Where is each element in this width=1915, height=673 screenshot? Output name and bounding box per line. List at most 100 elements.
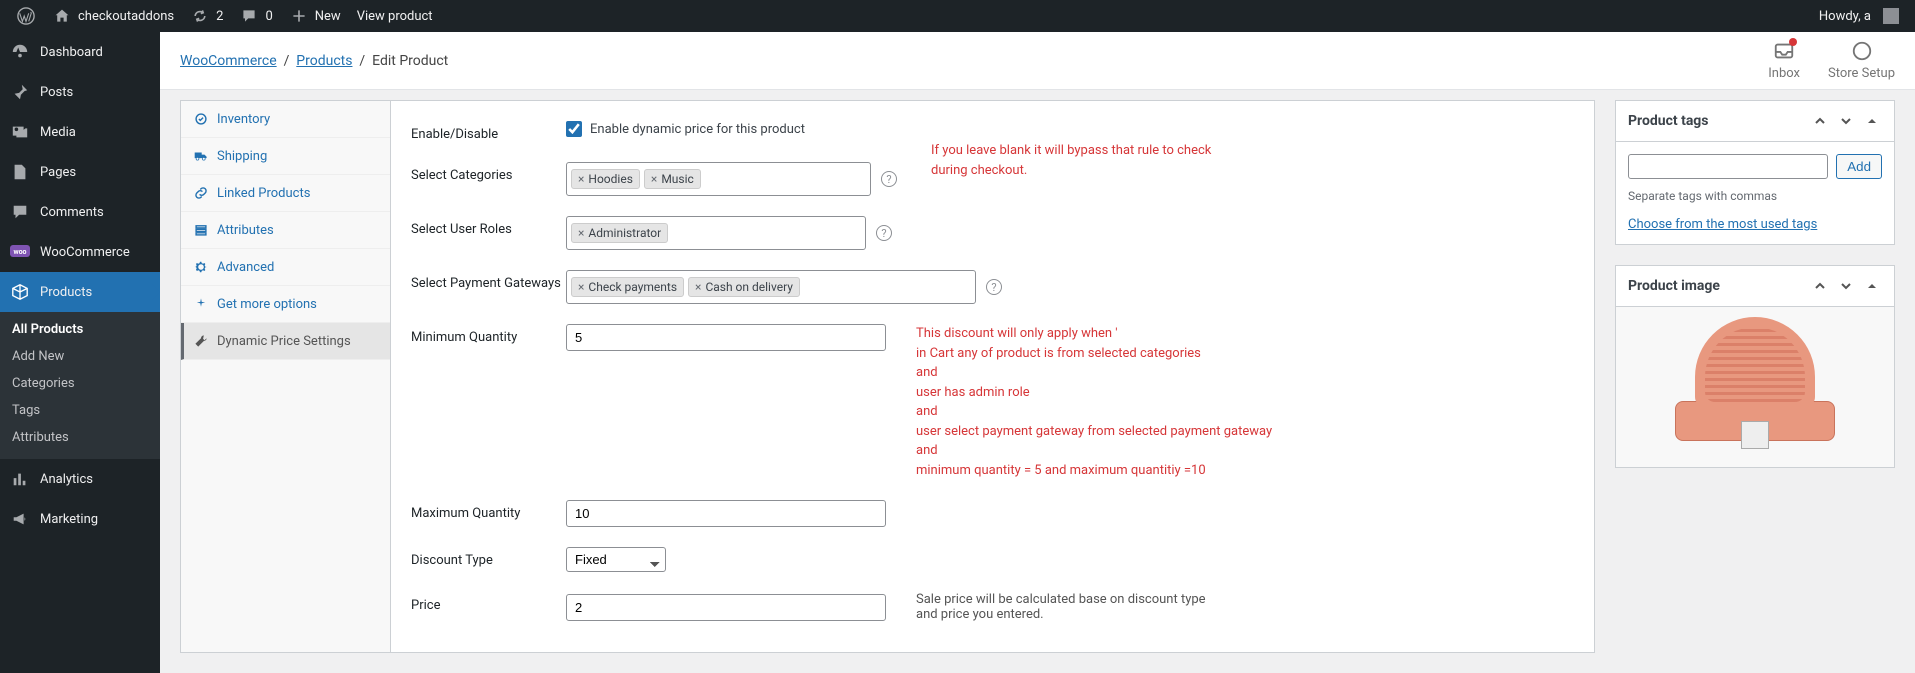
move-up-icon[interactable] — [1810, 276, 1830, 296]
help-icon[interactable]: ? — [986, 279, 1002, 295]
inbox-label: Inbox — [1768, 66, 1800, 81]
comments-item[interactable]: 0 — [231, 0, 280, 32]
menu-media[interactable]: Media — [0, 112, 160, 152]
enable-checkbox-wrap[interactable]: Enable dynamic price for this product — [566, 121, 805, 137]
menu-comments[interactable]: Comments — [0, 192, 160, 232]
products-submenu: All Products Add New Categories Tags Att… — [0, 312, 160, 459]
store-setup-button[interactable]: Store Setup — [1828, 40, 1895, 81]
pin-icon — [10, 82, 30, 102]
menu-posts[interactable]: Posts — [0, 72, 160, 112]
inbox-button[interactable]: Inbox — [1768, 40, 1800, 81]
roles-select[interactable]: ×Administrator — [566, 216, 866, 250]
tab-shipping[interactable]: Shipping — [181, 138, 390, 175]
menu-woocommerce[interactable]: wooWooCommerce — [0, 232, 160, 272]
menu-pages-label: Pages — [40, 165, 76, 180]
wp-logo[interactable] — [8, 0, 44, 32]
menu-dashboard[interactable]: Dashboard — [0, 32, 160, 72]
discount-type-select[interactable]: Fixed — [566, 547, 666, 572]
menu-marketing-label: Marketing — [40, 512, 98, 527]
howdy[interactable]: Howdy, a — [1811, 0, 1907, 32]
tab-shipping-label: Shipping — [217, 149, 267, 164]
max-qty-label: Maximum Quantity — [411, 500, 566, 521]
marketing-icon — [10, 509, 30, 529]
price-input[interactable] — [566, 594, 886, 621]
tab-attributes[interactable]: Attributes — [181, 212, 390, 249]
new-item[interactable]: New — [281, 0, 349, 32]
move-down-icon[interactable] — [1836, 276, 1856, 296]
tag-hoodies: ×Hoodies — [571, 169, 640, 189]
tab-get-more[interactable]: Get more options — [181, 286, 390, 323]
collapse-icon[interactable] — [1862, 111, 1882, 131]
remove-tag-icon[interactable]: × — [578, 280, 584, 294]
update-icon — [190, 6, 210, 26]
menu-analytics[interactable]: Analytics — [0, 459, 160, 499]
categories-select[interactable]: ×Hoodies ×Music — [566, 162, 871, 196]
collapse-icon[interactable] — [1862, 276, 1882, 296]
link-icon — [193, 185, 209, 201]
submenu-categories[interactable]: Categories — [0, 370, 160, 397]
tag-check-payments: ×Check payments — [571, 277, 684, 297]
remove-tag-icon[interactable]: × — [695, 280, 701, 294]
menu-pages[interactable]: Pages — [0, 152, 160, 192]
tag-administrator: ×Administrator — [571, 223, 668, 243]
remove-tag-icon[interactable]: × — [651, 172, 657, 186]
breadcrumb-products[interactable]: Products — [296, 53, 352, 69]
enable-checkbox-label: Enable dynamic price for this product — [590, 122, 805, 137]
howdy-label: Howdy, a — [1819, 9, 1871, 24]
media-icon — [10, 122, 30, 142]
site-name[interactable]: checkoutaddons — [44, 0, 182, 32]
submenu-add-new[interactable]: Add New — [0, 343, 160, 370]
tab-getmore-label: Get more options — [217, 297, 317, 312]
menu-marketing[interactable]: Marketing — [0, 499, 160, 539]
bypass-note: If you leave blank it will bypass that r… — [931, 141, 1231, 180]
product-image-title: Product image — [1628, 278, 1720, 294]
move-down-icon[interactable] — [1836, 111, 1856, 131]
min-qty-input[interactable] — [566, 324, 886, 351]
wrench-icon — [193, 333, 209, 349]
product-tags-title: Product tags — [1628, 113, 1709, 129]
view-product-label: View product — [357, 9, 433, 24]
content-header: WooCommerce / Products / Edit Product In… — [160, 32, 1915, 90]
tag-cash-on-delivery: ×Cash on delivery — [688, 277, 800, 297]
submenu-tags[interactable]: Tags — [0, 397, 160, 424]
submenu-attributes[interactable]: Attributes — [0, 424, 160, 451]
dashboard-icon — [10, 42, 30, 62]
admin-bar: checkoutaddons 2 0 New View product Howd… — [0, 0, 1915, 32]
tab-inventory[interactable]: Inventory — [181, 101, 390, 138]
help-icon[interactable]: ? — [881, 171, 897, 187]
help-icon[interactable]: ? — [876, 225, 892, 241]
add-tag-button[interactable]: Add — [1836, 154, 1882, 179]
menu-comments-label: Comments — [40, 205, 104, 220]
product-image-preview[interactable] — [1616, 307, 1894, 467]
menu-products[interactable]: Products — [0, 272, 160, 312]
site-name-label: checkoutaddons — [78, 9, 174, 24]
tab-advanced-label: Advanced — [217, 260, 274, 275]
submenu-all-products[interactable]: All Products — [0, 316, 160, 343]
product-image-box: Product image — [1615, 265, 1895, 468]
choose-tags-link[interactable]: Choose from the most used tags — [1628, 217, 1817, 232]
admin-menu: Dashboard Posts Media Pages Comments woo… — [0, 32, 160, 673]
pages-icon — [10, 162, 30, 182]
tag-input[interactable] — [1628, 154, 1828, 179]
gateways-select[interactable]: ×Check payments ×Cash on delivery — [566, 270, 976, 304]
view-product[interactable]: View product — [349, 0, 441, 32]
home-icon — [52, 6, 72, 26]
breadcrumb-woocommerce[interactable]: WooCommerce — [180, 53, 277, 69]
product-tags-box: Product tags Add Separate tags with comm — [1615, 100, 1895, 245]
tab-advanced[interactable]: Advanced — [181, 249, 390, 286]
max-qty-input[interactable] — [566, 500, 886, 527]
updates-item[interactable]: 2 — [182, 0, 231, 32]
product-data-tabs: Inventory Shipping Linked Products Attri… — [180, 100, 390, 653]
tab-linked-products[interactable]: Linked Products — [181, 175, 390, 212]
move-up-icon[interactable] — [1810, 111, 1830, 131]
tab-dynamic-price[interactable]: Dynamic Price Settings — [181, 323, 390, 360]
remove-tag-icon[interactable]: × — [578, 226, 584, 240]
enable-checkbox[interactable] — [566, 121, 582, 137]
tab-dynamic-label: Dynamic Price Settings — [217, 334, 351, 349]
tab-linked-label: Linked Products — [217, 186, 310, 201]
woo-icon: woo — [10, 242, 30, 262]
updates-count: 2 — [216, 9, 223, 24]
remove-tag-icon[interactable]: × — [578, 172, 584, 186]
enable-label: Enable/Disable — [411, 121, 566, 142]
wordpress-icon — [16, 6, 36, 26]
